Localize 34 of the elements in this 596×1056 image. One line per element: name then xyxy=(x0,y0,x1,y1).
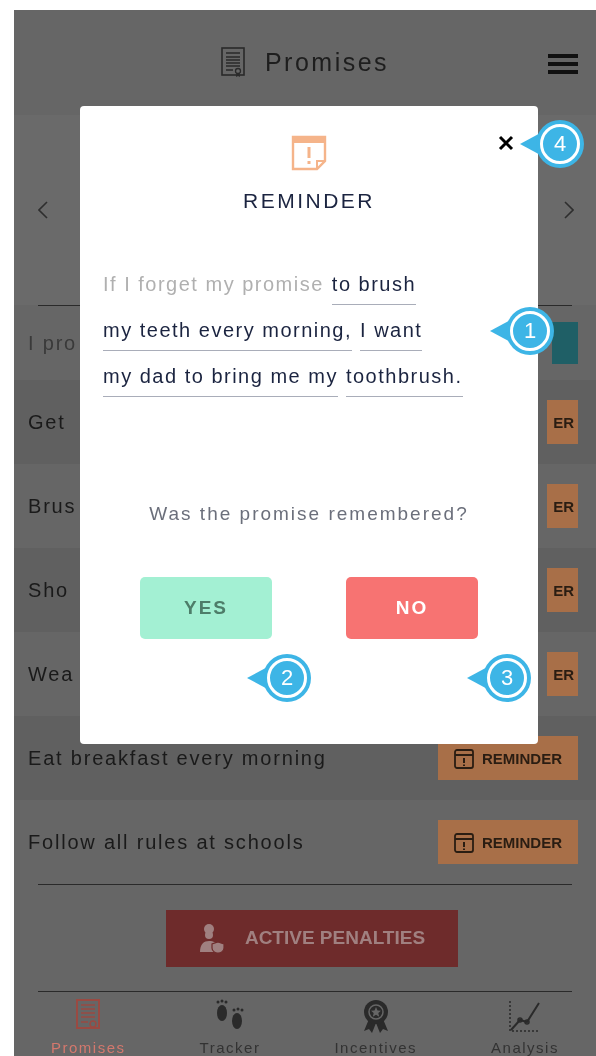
promise-label: Brus xyxy=(28,494,77,518)
close-icon[interactable] xyxy=(498,135,514,151)
calendar-alert-icon xyxy=(454,747,474,769)
yes-button[interactable]: YES xyxy=(140,577,272,639)
promise-label: Eat breakfast every morning xyxy=(28,746,327,770)
fill-in-line[interactable]: my dad to bring me my xyxy=(103,360,338,397)
promise-label: Wea xyxy=(28,662,75,686)
no-button[interactable]: NO xyxy=(346,577,478,639)
menu-icon[interactable] xyxy=(548,53,578,75)
promise-label: Get xyxy=(28,410,66,434)
fill-in-line[interactable]: to brush xyxy=(331,268,417,305)
officer-icon xyxy=(198,923,225,953)
active-penalties-button[interactable]: ACTIVE PENALTIES xyxy=(166,909,458,967)
page-title: Promises xyxy=(264,48,390,77)
reminder-button[interactable]: ER xyxy=(547,400,578,444)
dialog-title: REMINDER xyxy=(243,189,375,213)
fill-in-line[interactable]: I want xyxy=(360,314,423,351)
fill-in-line[interactable]: toothbrush. xyxy=(345,360,463,397)
calendar-alert-icon xyxy=(291,133,327,171)
calendar-alert-icon xyxy=(454,831,474,853)
reminder-button[interactable]: ER xyxy=(547,568,578,612)
certificate-icon xyxy=(220,46,245,79)
reminder-button[interactable] xyxy=(552,322,578,364)
fill-in-line[interactable]: my teeth every morning, xyxy=(103,314,353,351)
reminder-button[interactable]: ER xyxy=(547,652,578,696)
chevron-right-icon[interactable] xyxy=(564,201,574,219)
reminder-button[interactable]: ER xyxy=(547,484,578,528)
line-chart-icon xyxy=(508,999,542,1033)
prompt-text: If I forget my promise xyxy=(103,273,324,295)
chevron-left-icon[interactable] xyxy=(38,201,48,219)
promise-label: Sho xyxy=(28,578,69,602)
reminder-button[interactable]: REMINDER xyxy=(438,820,578,864)
promise-label: Follow all rules at schools xyxy=(28,830,305,854)
question-text: Was the promise remembered? xyxy=(149,503,469,525)
